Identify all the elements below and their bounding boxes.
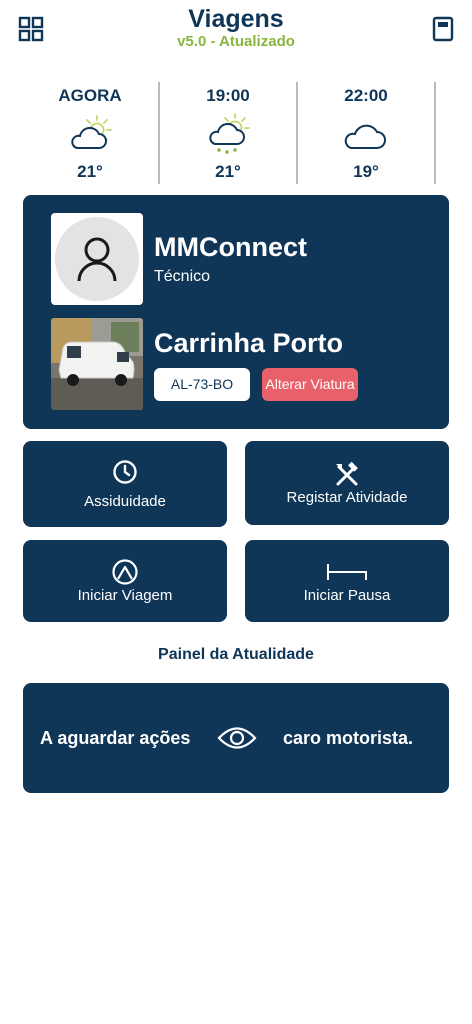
- attendance-label: Assiduidade: [84, 493, 166, 510]
- weather-time: 22:00: [344, 86, 388, 105]
- weather-temperature: 21°: [77, 162, 103, 181]
- page-title: Viagens: [188, 5, 284, 33]
- clock-icon: [113, 460, 137, 484]
- change-vehicle-button[interactable]: Alterar Viatura: [262, 368, 358, 401]
- attendance-button[interactable]: Assiduidade: [23, 441, 227, 527]
- van-image: [51, 318, 143, 410]
- avatar: [51, 213, 143, 305]
- panel-message-right: caro motorista.: [283, 728, 414, 748]
- bed-icon: [327, 564, 367, 580]
- weather-2200: 22:00 19°: [298, 82, 436, 184]
- profile-card: MMConnect Técnico Carrinha Porto AL-73-B…: [23, 195, 449, 429]
- weather-temperature: 21°: [215, 162, 241, 181]
- weather-time: AGORA: [58, 86, 122, 105]
- book-icon[interactable]: [432, 16, 454, 42]
- tools-icon: [336, 461, 358, 486]
- start-trip-button[interactable]: Iniciar Viagem: [23, 540, 227, 622]
- version-status: v5.0 - Atualizado: [177, 33, 295, 50]
- cloud-icon: [344, 124, 386, 149]
- start-pause-label: Iniciar Pausa: [303, 587, 391, 604]
- avatar-placeholder: [55, 217, 139, 301]
- start-pause-button[interactable]: Iniciar Pausa: [245, 540, 449, 622]
- start-trip-label: Iniciar Viagem: [77, 587, 173, 604]
- user-icon: [77, 237, 117, 282]
- weather-forecast: AGORA 21° 19:00 21° 22:00 19°: [22, 82, 440, 184]
- vehicle-photo: [51, 318, 143, 410]
- weather-1900: 19:00 21°: [160, 82, 298, 184]
- top-bar: Viagens v5.0 - Atualizado: [0, 0, 472, 64]
- navigation-icon: [112, 559, 138, 585]
- title-block: Viagens v5.0 - Atualizado: [0, 4, 472, 50]
- panel-message-left: A aguardar ações: [40, 728, 191, 748]
- license-plate: AL-73-BO: [154, 368, 250, 401]
- cloud-sun-icon: [71, 115, 112, 149]
- update-panel: A aguardar ações caro motorista.: [23, 683, 449, 793]
- vehicle-name: Carrinha Porto: [154, 328, 344, 358]
- weather-time: 19:00: [206, 86, 250, 105]
- register-activity-label: Registar Atividade: [286, 489, 408, 506]
- user-role: Técnico: [154, 268, 211, 285]
- eye-icon: [217, 727, 257, 749]
- weather-now: AGORA 21°: [22, 82, 160, 184]
- weather-temperature: 19°: [353, 162, 379, 181]
- user-name: MMConnect: [154, 232, 307, 262]
- register-activity-button[interactable]: Registar Atividade: [245, 441, 449, 525]
- cloud-sun-rain-icon: [209, 113, 250, 154]
- panel-title: Painel da Atualidade: [158, 646, 314, 663]
